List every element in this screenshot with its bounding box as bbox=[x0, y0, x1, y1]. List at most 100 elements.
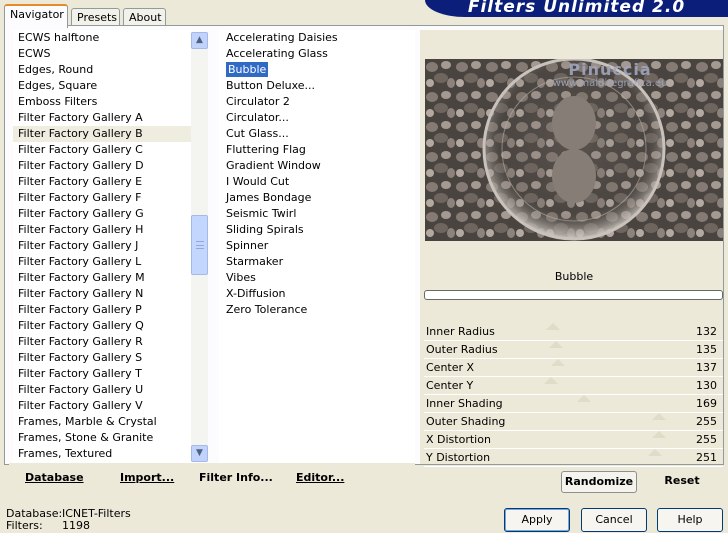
filter-item[interactable]: James Bondage bbox=[219, 190, 415, 206]
category-item[interactable]: Filter Factory Gallery A bbox=[13, 110, 193, 126]
category-item[interactable]: Filter Factory Gallery C bbox=[13, 142, 193, 158]
category-item[interactable]: Filter Factory Gallery R bbox=[13, 334, 193, 350]
category-item[interactable]: Filter Factory Gallery M bbox=[13, 270, 193, 286]
parameter-sliders: Inner Radius 132 Outer Radius 135 Center X 13… bbox=[424, 323, 723, 467]
slider-thumb[interactable] bbox=[549, 341, 563, 348]
filter-item-label: Zero Tolerance bbox=[226, 303, 308, 316]
filter-item-label: Bubble bbox=[226, 62, 269, 77]
param-row[interactable]: Inner Shading 169 bbox=[424, 395, 723, 413]
editor-link[interactable]: Editor... bbox=[296, 471, 344, 484]
param-row[interactable]: Center Y 130 bbox=[424, 377, 723, 395]
category-item[interactable]: Filter Factory Gallery U bbox=[13, 382, 193, 398]
filter-item[interactable]: X-Diffusion bbox=[219, 286, 415, 302]
category-item[interactable]: Edges, Round bbox=[13, 62, 193, 78]
param-row[interactable]: Center X 137 bbox=[424, 359, 723, 377]
filter-item[interactable]: I Would Cut bbox=[219, 174, 415, 190]
category-scrollbar[interactable]: ▲ ▼ bbox=[191, 32, 208, 462]
filter-item-label: Sliding Spirals bbox=[226, 223, 304, 236]
param-label: Outer Radius bbox=[426, 343, 498, 356]
category-item[interactable]: Filter Factory Gallery P bbox=[13, 302, 193, 318]
filter-item[interactable]: Sliding Spirals bbox=[219, 222, 415, 238]
category-item[interactable]: Frames, Marble & Crystal bbox=[13, 414, 193, 430]
category-item[interactable]: ECWS bbox=[13, 46, 193, 62]
category-item[interactable]: Filter Factory Gallery B bbox=[13, 126, 193, 142]
category-item[interactable]: Filter Factory Gallery V bbox=[13, 398, 193, 414]
slider-thumb[interactable] bbox=[652, 431, 666, 438]
filter-item-label: Vibes bbox=[226, 271, 256, 284]
filter-item[interactable]: Seismic Twirl bbox=[219, 206, 415, 222]
help-button[interactable]: Help bbox=[657, 508, 723, 532]
param-row[interactable]: Y Distortion 251 bbox=[424, 449, 723, 467]
slider-thumb[interactable] bbox=[577, 395, 591, 402]
slider-thumb[interactable] bbox=[648, 449, 662, 456]
param-label: Inner Radius bbox=[426, 325, 495, 338]
slider-thumb[interactable] bbox=[652, 413, 666, 420]
filter-item-label: X-Diffusion bbox=[226, 287, 286, 300]
filter-item-label: Button Deluxe... bbox=[226, 79, 316, 92]
param-value: 255 bbox=[696, 415, 717, 428]
category-item[interactable]: Filter Factory Gallery H bbox=[13, 222, 193, 238]
category-item[interactable]: Filter Factory Gallery J bbox=[13, 238, 193, 254]
filter-item[interactable]: Fluttering Flag bbox=[219, 142, 415, 158]
tab-navigator[interactable]: Navigator bbox=[4, 4, 68, 28]
category-item[interactable]: Filter Factory Gallery S bbox=[13, 350, 193, 366]
category-item[interactable]: Filter Factory Gallery D bbox=[13, 158, 193, 174]
filter-item[interactable]: Bubble bbox=[219, 62, 415, 78]
filter-item[interactable]: Cut Glass... bbox=[219, 126, 415, 142]
category-item[interactable]: Filter Factory Gallery L bbox=[13, 254, 193, 270]
current-filter-name: Bubble bbox=[554, 270, 594, 283]
param-row[interactable]: Outer Radius 135 bbox=[424, 341, 723, 359]
param-row[interactable]: X Distortion 255 bbox=[424, 431, 723, 449]
category-item[interactable]: Filter Factory Gallery F bbox=[13, 190, 193, 206]
category-item[interactable]: Filter Factory Gallery G bbox=[13, 206, 193, 222]
scrollbar-thumb[interactable] bbox=[191, 215, 208, 275]
slider-thumb[interactable] bbox=[546, 323, 560, 330]
preview-and-settings: Pinuccia www.maidiregrafica.eu Bubble In… bbox=[420, 30, 723, 493]
slider-thumb[interactable] bbox=[551, 359, 565, 366]
filter-item[interactable]: Zero Tolerance bbox=[219, 302, 415, 318]
filter-item[interactable]: Accelerating Daisies bbox=[219, 30, 415, 46]
category-item[interactable]: Filter Factory Gallery Q bbox=[13, 318, 193, 334]
param-value: 251 bbox=[696, 451, 717, 464]
filter-list[interactable]: Accelerating Daisies Accelerating Glass Bu… bbox=[219, 30, 415, 464]
category-item[interactable]: Filter Factory Gallery N bbox=[13, 286, 193, 302]
category-list[interactable]: ECWS halftone ECWS Edges, Round Edges, Squa… bbox=[13, 30, 193, 464]
filter-item[interactable]: Circulator... bbox=[219, 110, 415, 126]
filter-item-label: Seismic Twirl bbox=[226, 207, 297, 220]
randomize-button[interactable]: Randomize bbox=[561, 471, 637, 493]
category-item[interactable]: ECWS halftone bbox=[13, 30, 193, 46]
filter-item[interactable]: Vibes bbox=[219, 270, 415, 286]
filter-item-label: Accelerating Glass bbox=[226, 47, 328, 60]
category-item[interactable]: Emboss Filters bbox=[13, 94, 193, 110]
filter-item[interactable]: Accelerating Glass bbox=[219, 46, 415, 62]
import-link[interactable]: Import... bbox=[120, 471, 174, 484]
filter-item-label: Fluttering Flag bbox=[226, 143, 306, 156]
category-item[interactable]: Frames, Stone & Granite bbox=[13, 430, 193, 446]
apply-button[interactable]: Apply bbox=[504, 508, 570, 532]
filter-item[interactable]: Gradient Window bbox=[219, 158, 415, 174]
param-row[interactable]: Outer Shading 255 bbox=[424, 413, 723, 431]
param-value: 169 bbox=[696, 397, 717, 410]
filter-item-label: I Would Cut bbox=[226, 175, 290, 188]
filters-count: 1198 bbox=[62, 519, 90, 532]
param-label: Outer Shading bbox=[426, 415, 506, 428]
param-label: Y Distortion bbox=[426, 451, 491, 464]
param-label: Center X bbox=[426, 361, 475, 374]
chevron-up-icon[interactable]: ▲ bbox=[191, 32, 208, 49]
filter-info-link[interactable]: Filter Info... bbox=[199, 471, 273, 484]
category-item[interactable]: Edges, Square bbox=[13, 78, 193, 94]
database-link[interactable]: Database bbox=[25, 471, 84, 484]
param-row[interactable]: Inner Radius 132 bbox=[424, 323, 723, 341]
reset-button[interactable]: Reset bbox=[652, 471, 712, 493]
category-item[interactable]: Filter Factory Gallery T bbox=[13, 366, 193, 382]
filter-item[interactable]: Starmaker bbox=[219, 254, 415, 270]
filter-item[interactable]: Spinner bbox=[219, 238, 415, 254]
filter-item[interactable]: Button Deluxe... bbox=[219, 78, 415, 94]
slider-thumb[interactable] bbox=[544, 377, 558, 384]
chevron-down-icon[interactable]: ▼ bbox=[191, 445, 208, 462]
filter-item[interactable]: Circulator 2 bbox=[219, 94, 415, 110]
cancel-button[interactable]: Cancel bbox=[581, 508, 647, 532]
category-item[interactable]: Filter Factory Gallery E bbox=[13, 174, 193, 190]
category-item[interactable]: Frames, Textured bbox=[13, 446, 193, 462]
filter-item-label: Spinner bbox=[226, 239, 269, 252]
